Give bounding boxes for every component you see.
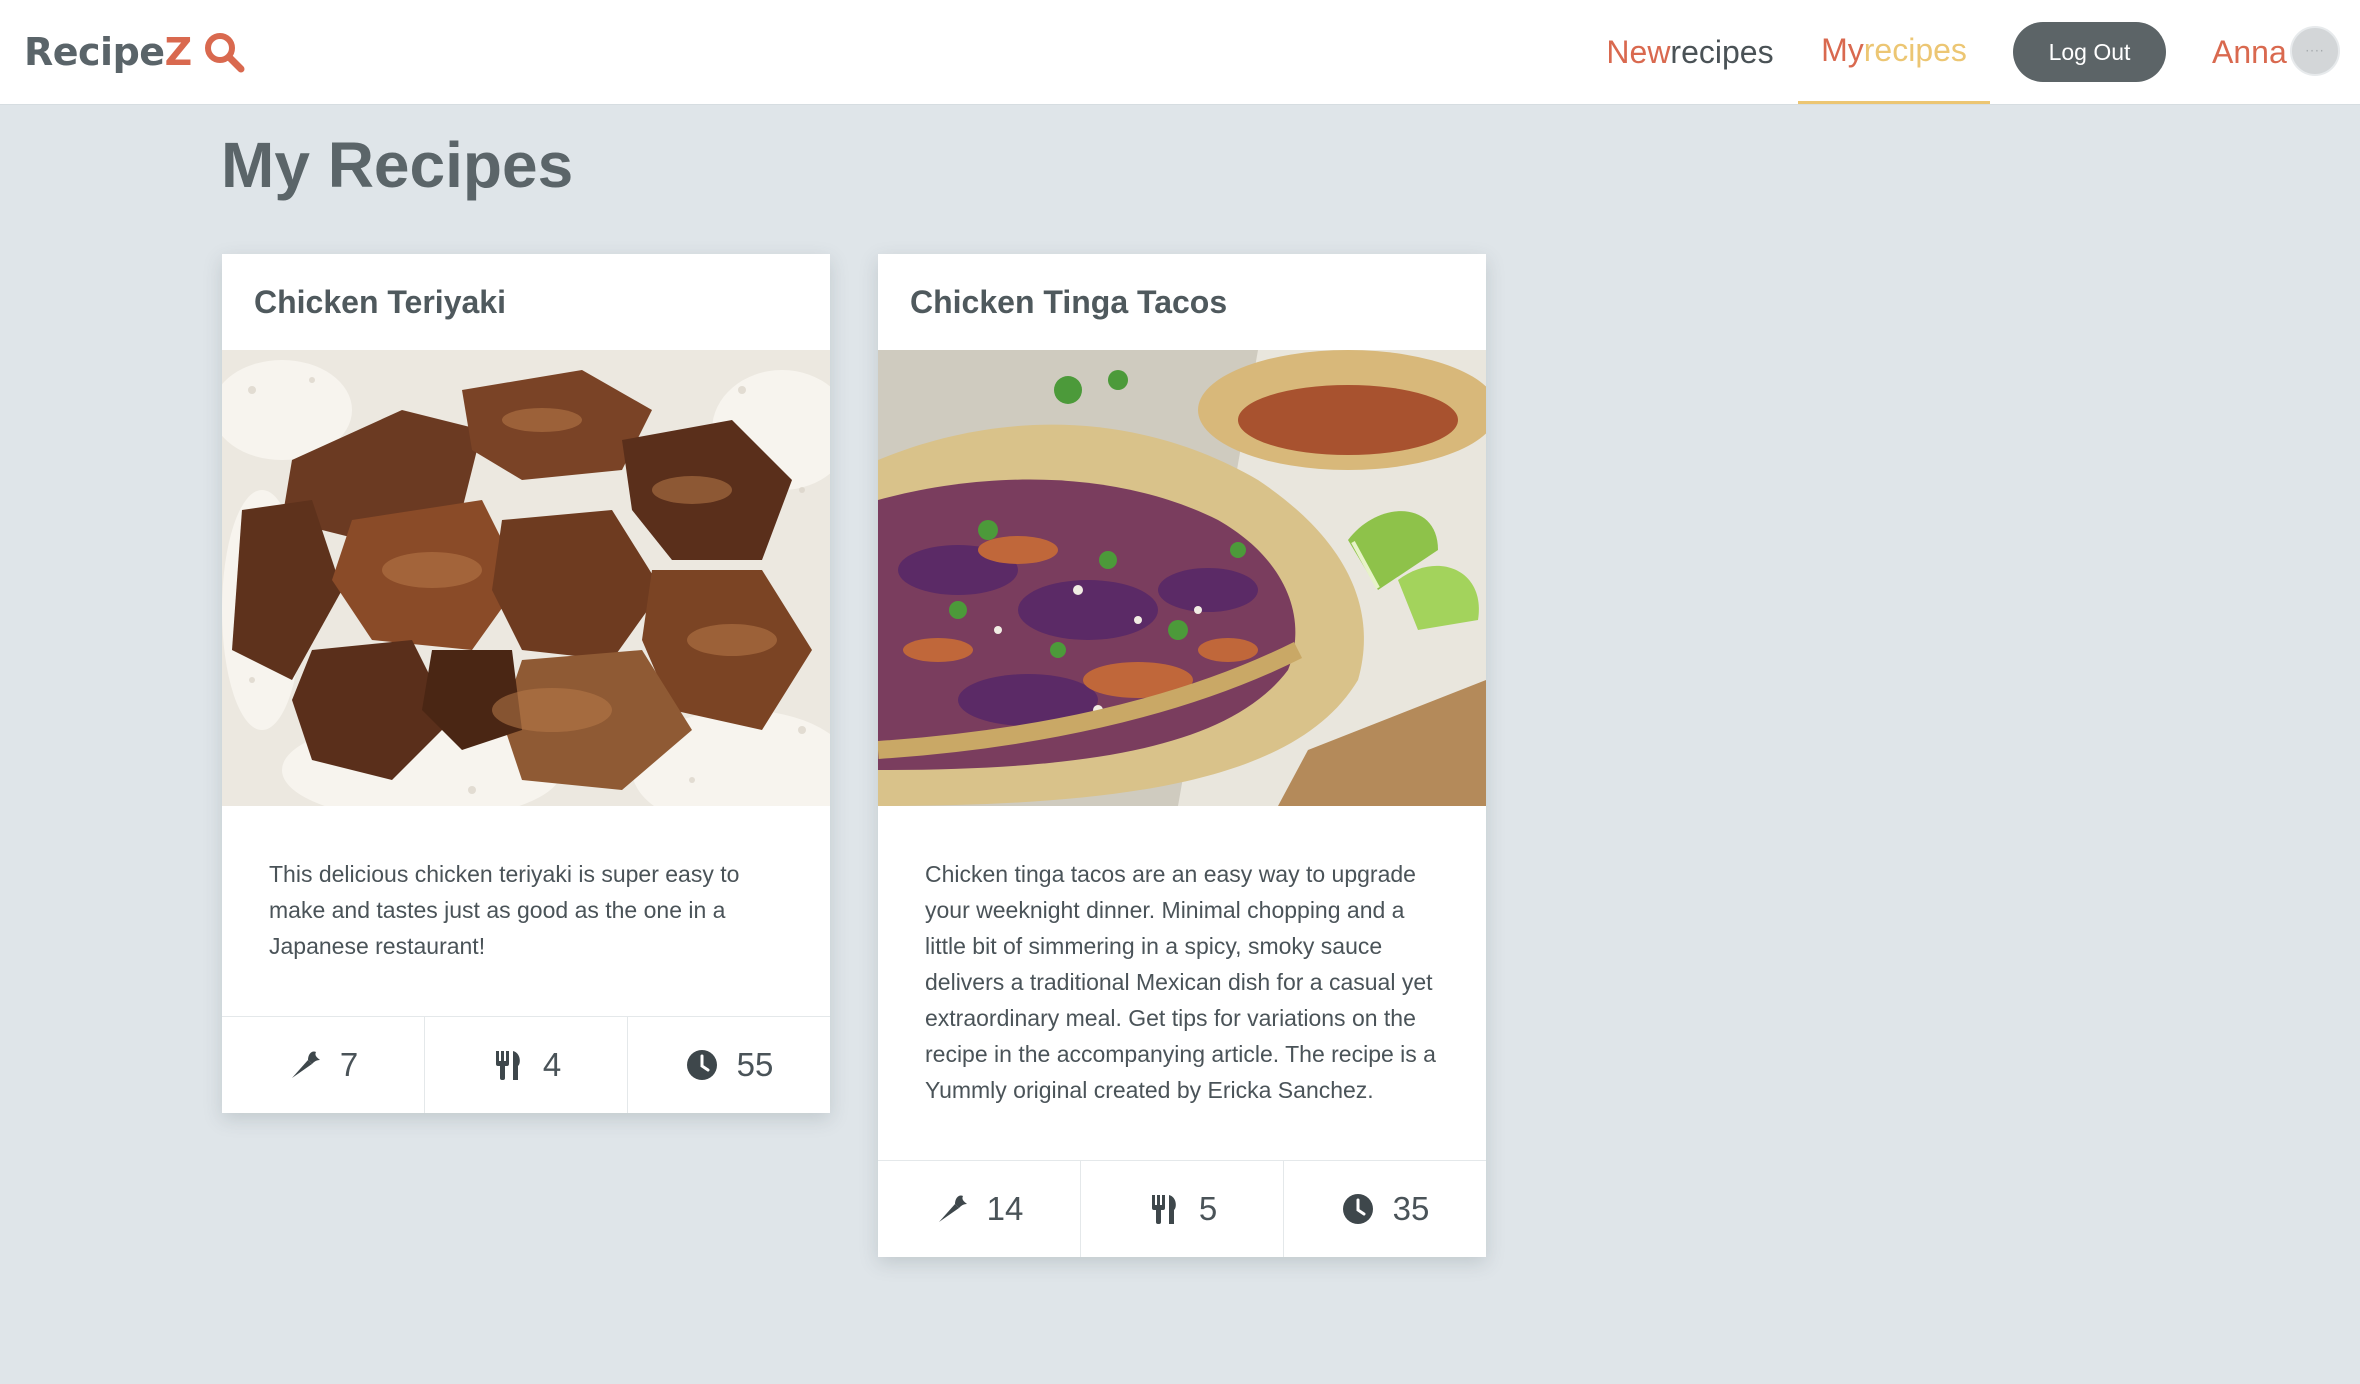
- brand-part-2: Z: [164, 30, 193, 74]
- chicken-teriyaki-photo[interactable]: [222, 350, 830, 806]
- clock-icon: [1342, 1194, 1373, 1224]
- brand-logo[interactable]: Recipe Z: [24, 24, 246, 80]
- servings-value: 5: [1198, 1190, 1218, 1227]
- nav-new-part-2: recipes: [1670, 34, 1774, 70]
- carrot-icon: [291, 1051, 320, 1078]
- recipe-card[interactable]: Chicken Tinga Tacos Chicken tinga tacos …: [878, 254, 1486, 1257]
- utensils-icon: [495, 1051, 520, 1080]
- servings-count: 4: [424, 1017, 627, 1113]
- ingredients-count: 7: [222, 1017, 424, 1113]
- chicken-tinga-tacos-photo[interactable]: [878, 350, 1486, 806]
- recipe-description: Chicken tinga tacos are an easy way to u…: [925, 861, 1436, 1103]
- ingredients-count: 14: [878, 1161, 1080, 1257]
- nav-my-recipes[interactable]: My recipes: [1798, 0, 1990, 104]
- time-value: 55: [736, 1046, 774, 1083]
- servings-value: 4: [542, 1046, 562, 1083]
- utensils-icon: [1151, 1195, 1176, 1224]
- nav-my-part-2: recipes: [1863, 32, 1967, 68]
- ingredients-value: 7: [339, 1046, 359, 1083]
- recipe-stats: 7 4 55: [222, 1016, 830, 1113]
- time-count: 35: [1283, 1161, 1486, 1257]
- clock-icon: [686, 1050, 717, 1080]
- page-title: My Recipes: [221, 129, 574, 201]
- logout-button[interactable]: Log Out: [2013, 22, 2166, 82]
- servings-count: 5: [1080, 1161, 1283, 1257]
- recipe-title[interactable]: Chicken Teriyaki: [222, 254, 830, 350]
- avatar[interactable]: ····: [2290, 26, 2340, 76]
- recipe-description: This delicious chicken teriyaki is super…: [269, 861, 740, 959]
- recipe-title[interactable]: Chicken Tinga Tacos: [878, 254, 1486, 350]
- nav-new-part-1: New: [1606, 34, 1671, 70]
- recipe-card[interactable]: Chicken Teriyaki This delicious chicken …: [222, 254, 830, 1113]
- username-label[interactable]: Anna: [2212, 0, 2287, 105]
- recipe-stats: 14 5 35: [878, 1160, 1486, 1257]
- top-navbar: Recipe Z New recipes My recipes Log Out Ann…: [0, 0, 2360, 105]
- brand-part-1: Recipe: [24, 30, 165, 74]
- nav-my-part-1: My: [1821, 32, 1864, 68]
- ingredients-value: 14: [986, 1190, 1024, 1227]
- search-icon: [204, 33, 245, 73]
- time-value: 35: [1392, 1190, 1430, 1227]
- carrot-icon: [938, 1195, 967, 1222]
- time-count: 55: [627, 1017, 830, 1113]
- nav-new-recipes[interactable]: New recipes: [1595, 0, 1785, 105]
